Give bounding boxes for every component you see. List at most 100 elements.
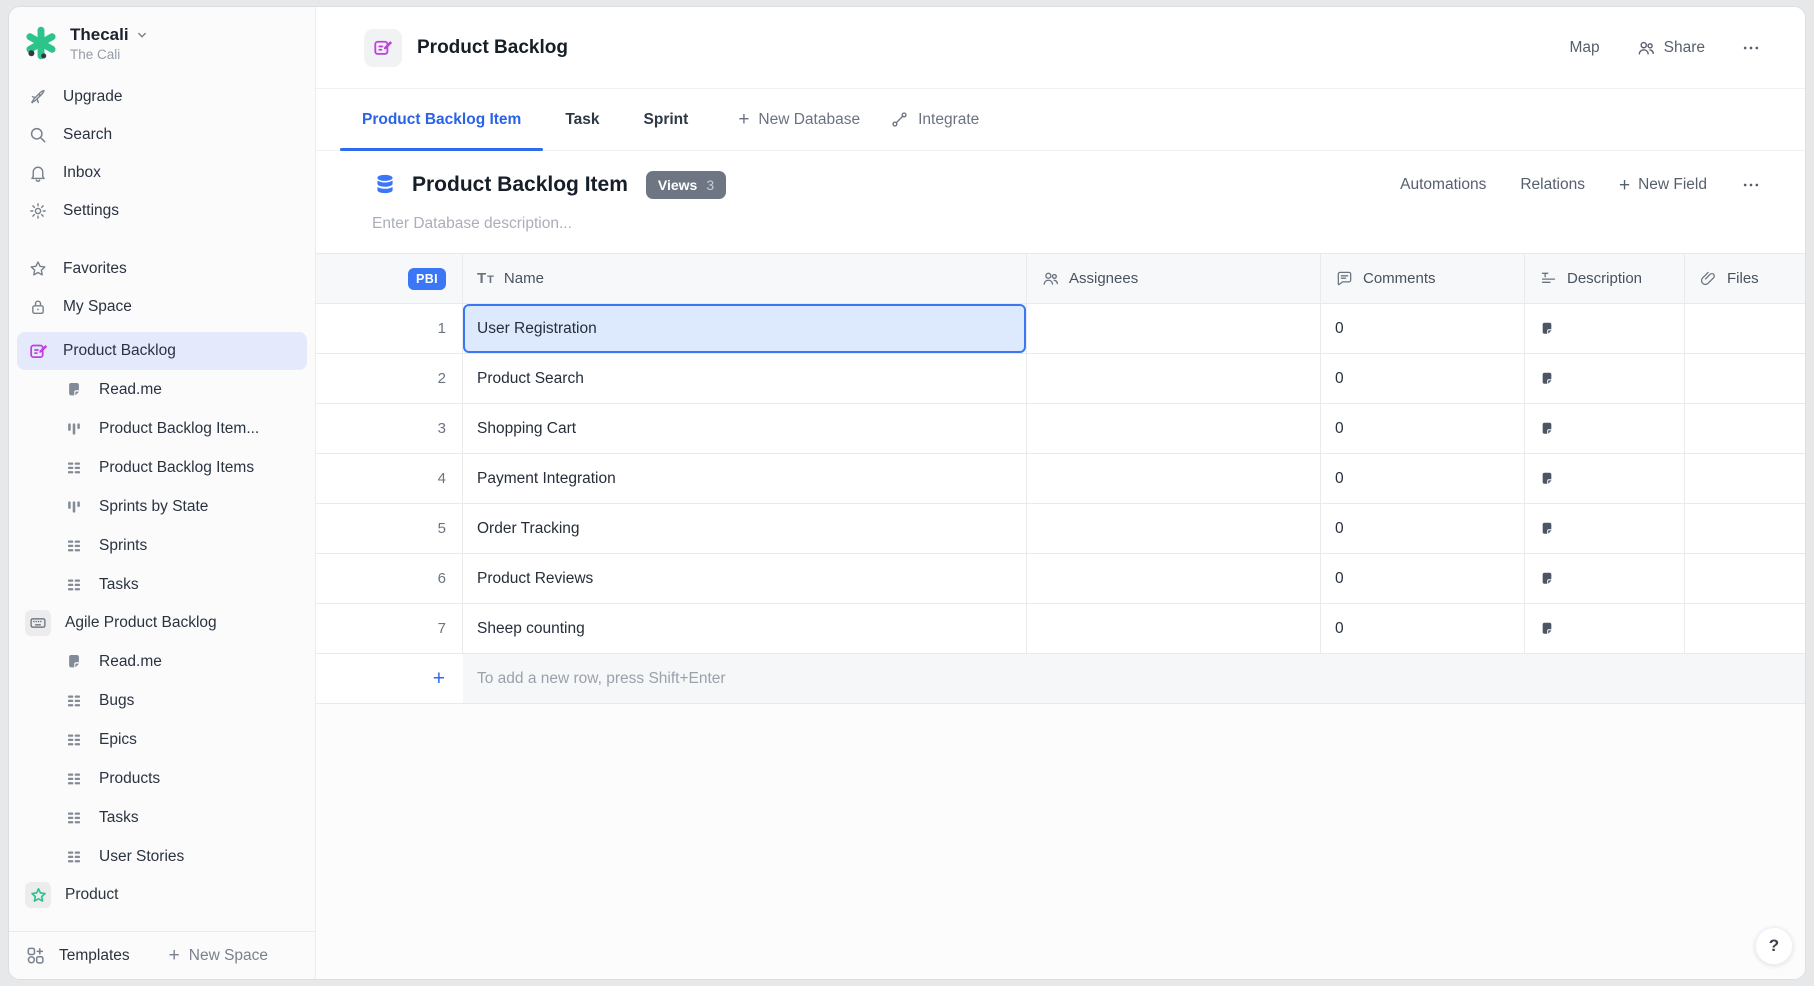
cell-files[interactable]	[1685, 304, 1805, 354]
map-button[interactable]: Map	[1569, 39, 1599, 57]
workspace-name: Thecali	[70, 25, 129, 45]
cell-assignees[interactable]	[1027, 504, 1321, 554]
cell-description[interactable]	[1525, 504, 1685, 554]
cell-comments[interactable]: 0	[1321, 404, 1525, 454]
cell-comments[interactable]: 0	[1321, 454, 1525, 504]
cell-description[interactable]	[1525, 554, 1685, 604]
cell-comments[interactable]: 0	[1321, 304, 1525, 354]
cell-name[interactable]: Product Search	[463, 354, 1027, 404]
views-button[interactable]: Views 3	[646, 171, 726, 199]
sidebar-item-sprints[interactable]: Sprints	[17, 526, 307, 565]
add-row-hint: To add a new row, press Shift+Enter	[463, 654, 1805, 703]
cell-comments[interactable]: 0	[1321, 354, 1525, 404]
cell-name[interactable]: User Registration	[463, 304, 1027, 354]
sidebar-item-my-space[interactable]: My Space	[17, 288, 307, 326]
cell-comments[interactable]: 0	[1321, 604, 1525, 654]
workspace-switcher[interactable]: Thecali The Cali	[9, 7, 315, 66]
relations-button[interactable]: Relations	[1520, 176, 1585, 194]
sidebar-item-epics[interactable]: Epics	[17, 720, 307, 759]
new-space-button[interactable]: + New Space	[169, 946, 268, 965]
row-number[interactable]: 4	[316, 454, 463, 504]
row-number[interactable]: 6	[316, 554, 463, 604]
search-icon	[27, 125, 49, 145]
tab-product-backlog-item[interactable]: Product Backlog Item	[340, 89, 543, 150]
cell-name[interactable]: Payment Integration	[463, 454, 1027, 504]
integrate-button[interactable]: Integrate	[890, 110, 979, 129]
row-number[interactable]: 3	[316, 404, 463, 454]
cell-files[interactable]	[1685, 354, 1805, 404]
cell-files[interactable]	[1685, 404, 1805, 454]
sidebar-item-search[interactable]: Search	[17, 116, 307, 154]
table-header-row: PBITTNameAssigneesCommentsDescriptionFil…	[316, 254, 1805, 304]
row-number[interactable]: 1	[316, 304, 463, 354]
database-tabs: Product Backlog ItemTaskSprint + New Dat…	[316, 89, 1805, 151]
sidebar-item-label: Search	[63, 126, 112, 144]
sidebar-item-upgrade[interactable]: Upgrade	[17, 78, 307, 116]
sidebar-item-favorites[interactable]: Favorites	[17, 250, 307, 288]
row-number[interactable]: 2	[316, 354, 463, 404]
sidebar-item-product-backlog-item[interactable]: Product Backlog Item...	[17, 409, 307, 448]
cell-description[interactable]	[1525, 604, 1685, 654]
sidebar-space-product-backlog[interactable]: Product Backlog	[17, 332, 307, 370]
add-row[interactable]: + To add a new row, press Shift+Enter	[316, 654, 1805, 704]
cell-assignees[interactable]	[1027, 404, 1321, 454]
column-header-comments[interactable]: Comments	[1321, 254, 1525, 304]
sidebar-item-inbox[interactable]: Inbox	[17, 154, 307, 192]
cell-files[interactable]	[1685, 604, 1805, 654]
cell-name[interactable]: Sheep counting	[463, 604, 1027, 654]
more-menu-button[interactable]	[1741, 38, 1761, 58]
sidebar-item-sprints-by-state[interactable]: Sprints by State	[17, 487, 307, 526]
cell-assignees[interactable]	[1027, 554, 1321, 604]
cell-assignees[interactable]	[1027, 604, 1321, 654]
cell-name[interactable]: Shopping Cart	[463, 404, 1027, 454]
sidebar-item-tasks[interactable]: Tasks	[17, 798, 307, 837]
cell-name[interactable]: Order Tracking	[463, 504, 1027, 554]
templates-button[interactable]: Templates	[59, 947, 130, 965]
sidebar-item-label: My Space	[63, 298, 132, 316]
share-button[interactable]: Share	[1636, 38, 1705, 58]
cell-files[interactable]	[1685, 554, 1805, 604]
sidebar-item-user-stories[interactable]: User Stories	[17, 837, 307, 876]
row-number[interactable]: 5	[316, 504, 463, 554]
note-icon	[1539, 371, 1555, 387]
tab-task[interactable]: Task	[543, 89, 621, 150]
cell-name[interactable]: Product Reviews	[463, 554, 1027, 604]
cell-assignees[interactable]	[1027, 304, 1321, 354]
column-header-description[interactable]: Description	[1525, 254, 1685, 304]
sidebar-item-bugs[interactable]: Bugs	[17, 681, 307, 720]
sidebar-item-product-backlog-items[interactable]: Product Backlog Items	[17, 448, 307, 487]
column-header-name[interactable]: TTName	[463, 254, 1027, 304]
cell-description[interactable]	[1525, 304, 1685, 354]
cell-description[interactable]	[1525, 404, 1685, 454]
database-description-input[interactable]: Enter Database description...	[372, 215, 1761, 233]
cell-files[interactable]	[1685, 504, 1805, 554]
cell-description[interactable]	[1525, 454, 1685, 504]
sidebar-item-read-me[interactable]: Read.me	[17, 642, 307, 681]
sidebar-item-tasks[interactable]: Tasks	[17, 565, 307, 604]
grid-icon	[63, 731, 85, 749]
sidebar-space-agile-product-backlog[interactable]: Agile Product Backlog	[17, 604, 307, 642]
help-button[interactable]: ?	[1755, 927, 1793, 965]
add-row-plus-icon[interactable]: +	[316, 654, 463, 703]
column-header-files[interactable]: Files	[1685, 254, 1805, 304]
tab-sprint[interactable]: Sprint	[622, 89, 711, 150]
sidebar-item-label: Upgrade	[63, 88, 122, 106]
column-header-assignees[interactable]: Assignees	[1027, 254, 1321, 304]
new-database-button[interactable]: + New Database	[738, 110, 860, 129]
cell-description[interactable]	[1525, 354, 1685, 404]
automations-button[interactable]: Automations	[1400, 176, 1486, 194]
sidebar-item-read-me[interactable]: Read.me	[17, 370, 307, 409]
cell-assignees[interactable]	[1027, 354, 1321, 404]
database-header: Product Backlog Item Views 3 Automations…	[316, 151, 1805, 253]
new-field-button[interactable]: + New Field	[1619, 176, 1707, 195]
cell-files[interactable]	[1685, 454, 1805, 504]
sidebar-space-product[interactable]: Product	[17, 876, 307, 914]
database-more-button[interactable]	[1741, 175, 1761, 195]
sidebar-item-settings[interactable]: Settings	[17, 192, 307, 230]
row-number[interactable]: 7	[316, 604, 463, 654]
cell-assignees[interactable]	[1027, 454, 1321, 504]
cell-comments[interactable]: 0	[1321, 504, 1525, 554]
cell-comments[interactable]: 0	[1321, 554, 1525, 604]
sidebar-item-label: Favorites	[63, 260, 127, 278]
sidebar-item-products[interactable]: Products	[17, 759, 307, 798]
